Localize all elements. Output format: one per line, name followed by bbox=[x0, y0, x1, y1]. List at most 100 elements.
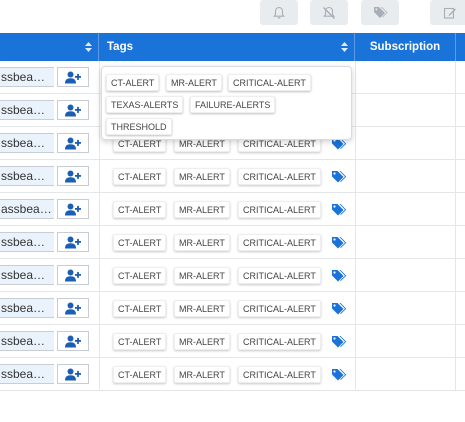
tag-chip[interactable]: CT-ALERT bbox=[113, 300, 167, 317]
column-divider bbox=[99, 292, 100, 325]
tag-chip[interactable]: MR-ALERT bbox=[174, 333, 230, 350]
tags-icon[interactable] bbox=[331, 335, 347, 353]
tags-icon[interactable] bbox=[331, 170, 347, 188]
user-plus-icon bbox=[65, 170, 81, 183]
tag-chip[interactable]: CRITICAL-ALERT bbox=[238, 366, 321, 383]
add-user-button[interactable] bbox=[57, 232, 89, 252]
tag-chip[interactable]: CRITICAL-ALERT bbox=[238, 168, 321, 185]
user-field[interactable]: ssbea… bbox=[0, 100, 54, 120]
table-row: assbea… CT-ALERT MR-ALERT CRITICAL-ALERT bbox=[0, 193, 465, 226]
popover-tag-chip[interactable]: FAILURE-ALERTS bbox=[190, 96, 276, 113]
tags-button[interactable] bbox=[361, 0, 399, 25]
tag-chip[interactable]: CRITICAL-ALERT bbox=[238, 267, 321, 284]
tag-chip[interactable]: CRITICAL-ALERT bbox=[238, 234, 321, 251]
user-plus-icon bbox=[65, 368, 81, 381]
column-divider bbox=[355, 127, 356, 160]
table-row: ssbea… CT-ALERT MR-ALERT CRITICAL-ALERT bbox=[0, 358, 465, 391]
tag-chip[interactable]: CT-ALERT bbox=[113, 267, 167, 284]
tag-chip[interactable]: MR-ALERT bbox=[174, 267, 230, 284]
edit-button[interactable] bbox=[430, 0, 465, 25]
user-field[interactable]: assbea… bbox=[0, 199, 54, 219]
column-divider bbox=[455, 226, 456, 259]
table-row: ssbea… CT-ALERT MR-ALERT CRITICAL-ALERT bbox=[0, 226, 465, 259]
tag-chip[interactable]: CRITICAL-ALERT bbox=[238, 201, 321, 218]
tags-icon[interactable] bbox=[331, 269, 347, 287]
add-user-button[interactable] bbox=[57, 331, 89, 351]
subscribe-button[interactable] bbox=[260, 0, 298, 25]
tags-icon bbox=[373, 6, 388, 19]
column-header-user[interactable] bbox=[0, 33, 99, 61]
user-field[interactable]: ssbea… bbox=[0, 232, 54, 252]
user-field[interactable]: ssbea… bbox=[0, 166, 54, 186]
tag-chip[interactable]: MR-ALERT bbox=[174, 168, 230, 185]
page: Tags Subscription ssbea… CT-ALERT MR-ALERT… bbox=[0, 0, 465, 422]
user-plus-icon bbox=[65, 104, 81, 117]
tag-chip[interactable]: CRITICAL-ALERT bbox=[238, 300, 321, 317]
tag-chip[interactable]: MR-ALERT bbox=[174, 234, 230, 251]
column-divider bbox=[455, 160, 456, 193]
column-divider bbox=[355, 61, 356, 94]
user-field[interactable]: ssbea… bbox=[0, 67, 54, 87]
user-plus-icon bbox=[65, 137, 81, 150]
user-field[interactable]: ssbea… bbox=[0, 133, 54, 153]
tag-chip[interactable]: CT-ALERT bbox=[113, 366, 167, 383]
tags-icon[interactable] bbox=[331, 236, 347, 254]
column-divider bbox=[455, 325, 456, 358]
user-field[interactable]: ssbea… bbox=[0, 331, 54, 351]
tag-chip[interactable]: MR-ALERT bbox=[174, 201, 230, 218]
tags-icon[interactable] bbox=[331, 368, 347, 386]
add-user-button[interactable] bbox=[57, 298, 89, 318]
table-header: Tags Subscription bbox=[0, 33, 465, 61]
popover-tag-chip[interactable]: THRESHOLD bbox=[106, 118, 172, 135]
column-divider bbox=[99, 226, 100, 259]
user-plus-icon bbox=[65, 335, 81, 348]
popover-tag-chip[interactable]: TEXAS-ALERTS bbox=[106, 96, 184, 113]
column-divider bbox=[455, 94, 456, 127]
add-user-button[interactable] bbox=[57, 199, 89, 219]
user-field[interactable]: ssbea… bbox=[0, 298, 54, 318]
tags-icon[interactable] bbox=[331, 203, 347, 221]
add-user-button[interactable] bbox=[57, 265, 89, 285]
column-header-subscription[interactable]: Subscription bbox=[355, 33, 456, 61]
column-divider bbox=[355, 94, 356, 127]
tag-chip[interactable]: MR-ALERT bbox=[174, 300, 230, 317]
column-divider bbox=[99, 127, 100, 160]
add-user-button[interactable] bbox=[57, 166, 89, 186]
tag-chip[interactable]: MR-ALERT bbox=[174, 366, 230, 383]
user-plus-icon bbox=[65, 71, 81, 84]
column-divider bbox=[455, 358, 456, 391]
unsubscribe-button[interactable] bbox=[310, 0, 348, 25]
column-divider bbox=[99, 358, 100, 391]
tag-chip[interactable]: CT-ALERT bbox=[113, 201, 167, 218]
table-row: ssbea… CT-ALERT MR-ALERT CRITICAL-ALERT bbox=[0, 292, 465, 325]
user-plus-icon bbox=[65, 269, 81, 282]
tags-icon[interactable] bbox=[331, 302, 347, 320]
tag-chip[interactable]: CT-ALERT bbox=[113, 333, 167, 350]
column-divider bbox=[99, 94, 100, 127]
column-divider bbox=[99, 259, 100, 292]
popover-tag-chip[interactable]: CT-ALERT bbox=[106, 74, 160, 91]
user-field[interactable]: ssbea… bbox=[0, 265, 54, 285]
popover-tag-chip[interactable]: CRITICAL-ALERT bbox=[228, 74, 311, 91]
column-divider bbox=[355, 325, 356, 358]
sort-icon bbox=[341, 42, 348, 52]
user-plus-icon bbox=[65, 203, 81, 216]
bell-icon bbox=[272, 6, 286, 20]
column-divider bbox=[455, 193, 456, 226]
tag-chip[interactable]: CT-ALERT bbox=[113, 168, 167, 185]
column-divider bbox=[455, 292, 456, 325]
column-divider bbox=[355, 193, 356, 226]
add-user-button[interactable] bbox=[57, 364, 89, 384]
table-row: ssbea… CT-ALERT MR-ALERT CRITICAL-ALERT bbox=[0, 259, 465, 292]
column-header-tags[interactable]: Tags bbox=[99, 33, 355, 61]
add-user-button[interactable] bbox=[57, 100, 89, 120]
user-field[interactable]: ssbea… bbox=[0, 364, 54, 384]
column-divider bbox=[99, 61, 100, 94]
column-divider bbox=[99, 160, 100, 193]
tag-chip[interactable]: CT-ALERT bbox=[113, 234, 167, 251]
add-user-button[interactable] bbox=[57, 67, 89, 87]
popover-tag-chip[interactable]: MR-ALERT bbox=[166, 74, 222, 91]
tags-popover: CT-ALERT MR-ALERT CRITICAL-ALERT TEXAS-ALER… bbox=[101, 66, 352, 140]
tag-chip[interactable]: CRITICAL-ALERT bbox=[238, 333, 321, 350]
add-user-button[interactable] bbox=[57, 133, 89, 153]
